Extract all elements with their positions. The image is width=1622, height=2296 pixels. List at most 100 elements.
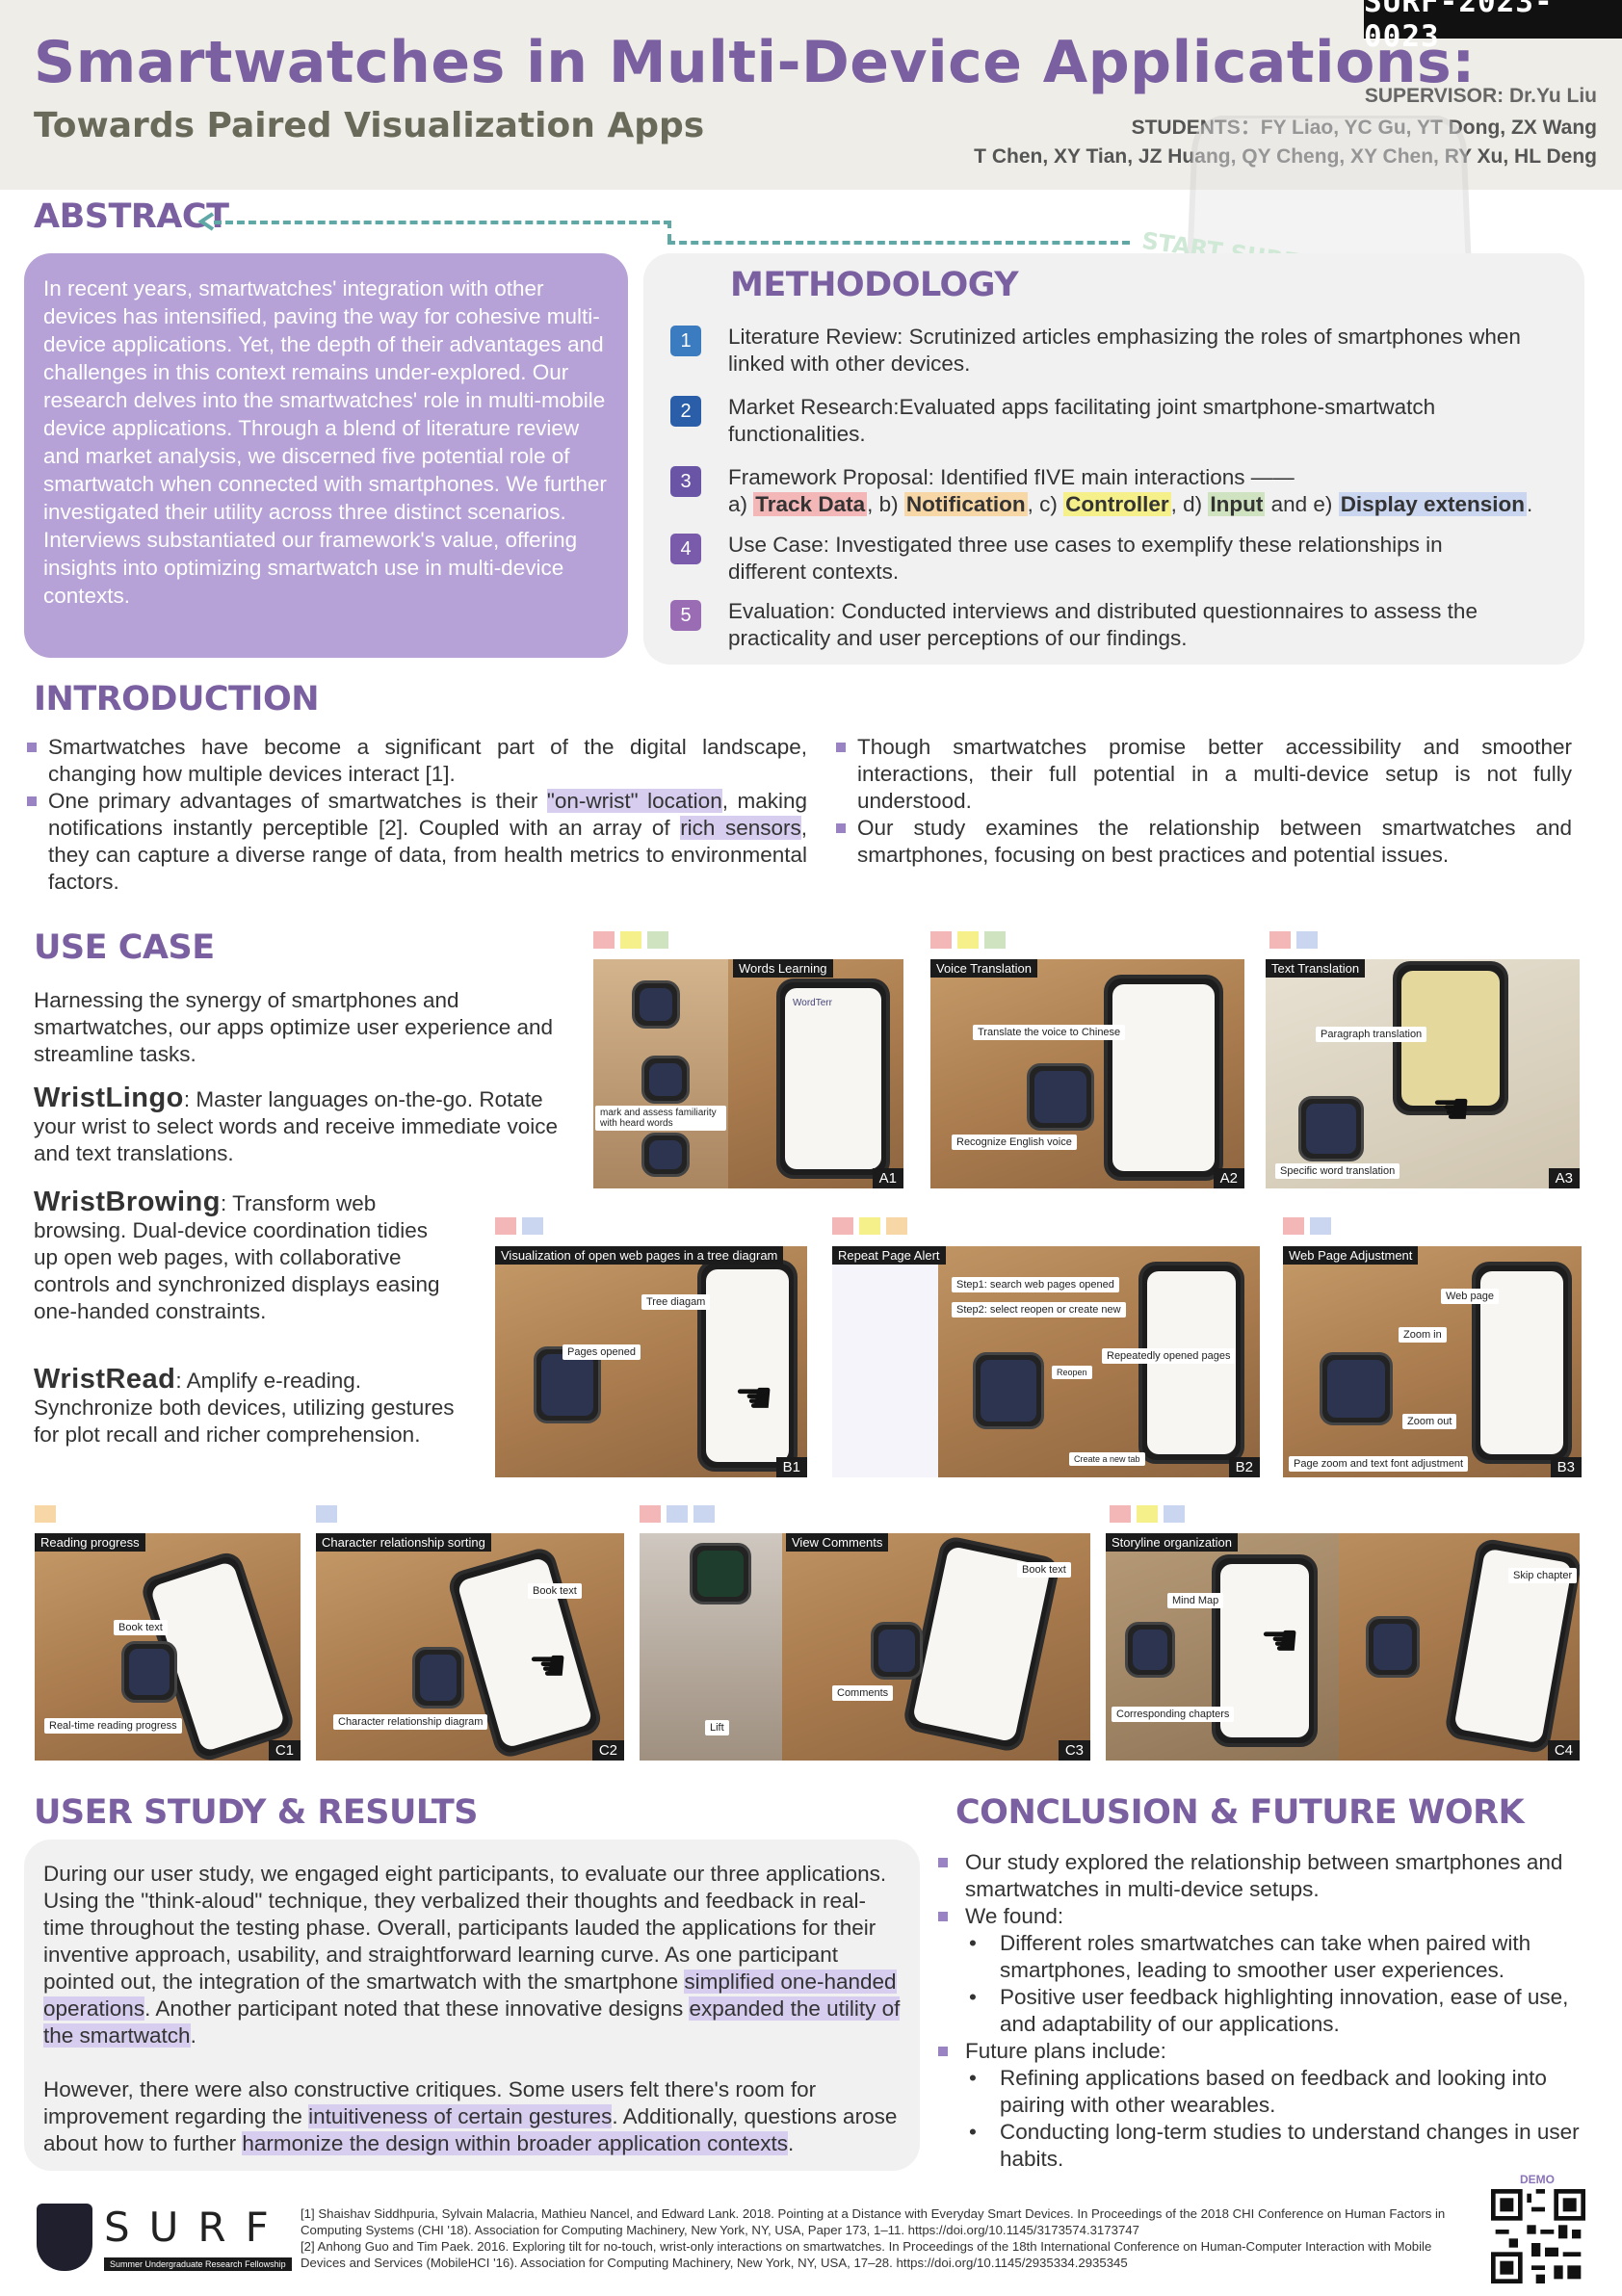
photo-b3-web-page-adjustment: Web Page Adjustment Web page Zoom in Zoo… xyxy=(1283,1246,1582,1477)
photo-tag: A2 xyxy=(1213,1168,1244,1188)
smartwatch xyxy=(1298,1096,1364,1161)
smartwatch xyxy=(973,1352,1044,1429)
methodology-heading: METHODOLOGY xyxy=(730,266,1019,304)
photo-annotation: mark and assess familiarity with heard w… xyxy=(595,1106,726,1131)
photo-annotation: Page zoom and text font adjustment xyxy=(1289,1456,1469,1472)
surf-logo-subtitle: Summer Undergraduate Research Fellowship xyxy=(104,2257,292,2271)
photo-a2-voice-translation: Voice Translation Translate the voice to… xyxy=(930,959,1244,1188)
harmonize-highlight: harmonize the design within broader appl… xyxy=(242,2131,788,2155)
role-swatches-c1 xyxy=(35,1505,56,1523)
smartwatch xyxy=(1366,1616,1420,1678)
intro-left-list: Smartwatches have become a significant p… xyxy=(25,734,807,896)
smartphone: WordTerr xyxy=(776,978,890,1179)
photo-annotation: Translate the voice to Chinese xyxy=(973,1025,1126,1040)
role-swatches-c3 xyxy=(640,1505,715,1523)
smartphone xyxy=(697,1260,798,1472)
method-text: Literature Review: Scrutinized articles … xyxy=(728,325,1521,376)
role-swatches-c4 xyxy=(1110,1505,1185,1523)
wristlingo-title: WristLingo xyxy=(34,1083,184,1113)
photo-c3-view-comments: View Comments Book text Comments Lift C3 xyxy=(640,1533,1090,1761)
photo-annotation: Step2: select reopen or create new xyxy=(952,1302,1126,1318)
step-number: 4 xyxy=(670,534,701,564)
introduction-heading: INTRODUCTION xyxy=(34,680,320,718)
display-extension-highlight: Display extension xyxy=(1338,492,1528,516)
list-item: Though smartwatches promise better acces… xyxy=(834,734,1572,815)
list-item: Positive user feedback highlighting inno… xyxy=(934,1984,1599,2038)
smartwatch xyxy=(1027,1063,1094,1131)
photo-tag: B3 xyxy=(1550,1457,1582,1477)
abstract-panel: In recent years, smartwatches' integrati… xyxy=(24,253,628,658)
photo-tag: C1 xyxy=(268,1740,301,1761)
photo-tag: B2 xyxy=(1228,1457,1260,1477)
photo-annotation: Zoom out xyxy=(1402,1414,1457,1429)
step-number: 5 xyxy=(670,600,701,631)
wristbrowing-description: WristBrowing: Transform web browsing. Du… xyxy=(34,1187,440,1324)
method-text-line: a) Track Data, b) Notification, c) Contr… xyxy=(728,492,1533,516)
list-item: Future plans include: xyxy=(934,2038,1599,2065)
controller-highlight: Controller xyxy=(1063,492,1171,516)
photo-tag: C4 xyxy=(1547,1740,1580,1761)
user-study-heading: USER STUDY & RESULTS xyxy=(34,1793,479,1832)
photo-a3-text-translation: ☚ Text Translation Paragraph translation… xyxy=(1266,959,1580,1188)
list-item: One primary advantages of smartwatches i… xyxy=(25,788,807,896)
role-swatches-b3 xyxy=(1283,1217,1331,1235)
abstract-text: In recent years, smartwatches' integrati… xyxy=(43,276,607,608)
surf-logo-word: SURF xyxy=(104,2204,288,2251)
wristread-title: WristRead xyxy=(34,1364,176,1395)
photo-annotation: Step1: search web pages opened xyxy=(952,1277,1119,1292)
connector-dotted-line xyxy=(667,241,1130,245)
role-swatches-c2 xyxy=(316,1505,337,1523)
user-study-panel: During our user study, we engaged eight … xyxy=(24,1839,920,2171)
use-case-heading: USE CASE xyxy=(34,928,215,967)
method-item-3: 3 Framework Proposal: Identified fIVE ma… xyxy=(670,464,1576,518)
photo-tag: C2 xyxy=(591,1740,624,1761)
photo-annotation: Book text xyxy=(1017,1562,1071,1578)
list-item: Conducting long-term studies to understa… xyxy=(934,2119,1599,2173)
method-item-2: 2 Market Research:Evaluated apps facilit… xyxy=(670,394,1576,448)
role-swatches-b1 xyxy=(495,1217,543,1235)
method-text-line: Framework Proposal: Identified fIVE main… xyxy=(728,465,1295,489)
photo-tag: A1 xyxy=(872,1168,903,1188)
poster-title: Smartwatches in Multi-Device Application… xyxy=(34,29,1476,96)
references: [1] Shaishav Siddhpuria, Sylvain Malacri… xyxy=(301,2205,1479,2271)
photo-annotation: Zoom in xyxy=(1399,1327,1447,1343)
phone-screenshot xyxy=(832,1264,938,1477)
role-swatches-a1 xyxy=(593,931,668,949)
demo-label: DEMO xyxy=(1520,2173,1555,2186)
photo-b2-repeat-page-alert: Repeat Page Alert Step1: search web page… xyxy=(832,1246,1260,1477)
qr-code-icon[interactable] xyxy=(1491,2189,1585,2283)
photo-annotation: Paragraph translation xyxy=(1316,1027,1427,1042)
gestures-highlight: intuitiveness of certain gestures xyxy=(308,2104,613,2128)
photo-annotation: Pages opened xyxy=(562,1344,641,1360)
notification-highlight: Notification xyxy=(903,492,1028,516)
smartwatch xyxy=(121,1641,177,1703)
list-item: We found: xyxy=(934,1903,1599,1930)
photo-annotation: Repeatedly opened pages xyxy=(1102,1348,1236,1364)
photo-annotation: Real-time reading progress xyxy=(44,1718,182,1734)
photo-annotation: Mind Map xyxy=(1167,1593,1224,1608)
photo-tag: C3 xyxy=(1058,1740,1090,1761)
track-data-highlight: Track Data xyxy=(753,492,868,516)
smartwatch xyxy=(690,1543,751,1605)
photo-c4-storyline-organization: ☚ Storyline organization Mind Map Skip c… xyxy=(1106,1533,1580,1761)
photo-annotation: Reopen xyxy=(1052,1366,1092,1379)
method-text: Use Case: Investigated three use cases t… xyxy=(728,533,1443,584)
role-swatches-a3 xyxy=(1269,931,1318,949)
list-item: Our study explored the relationship betw… xyxy=(934,1849,1599,1903)
photo-label: Visualization of open web pages in a tre… xyxy=(495,1246,784,1265)
photo-label: Web Page Adjustment xyxy=(1283,1246,1419,1265)
role-swatches-b2 xyxy=(832,1217,907,1235)
smartphone xyxy=(1104,975,1223,1181)
photo-tag: B1 xyxy=(775,1457,807,1477)
smartwatch xyxy=(632,980,680,1029)
supervisor: SUPERVISOR: Dr.Yu Liu xyxy=(1364,85,1597,107)
method-text: Framework Proposal: Identified fIVE main… xyxy=(728,464,1532,518)
reference-2: [2] Anhong Guo and Tim Paek. 2016. Explo… xyxy=(301,2239,1432,2270)
university-shield-icon xyxy=(37,2204,92,2271)
conclusion-list: Our study explored the relationship betw… xyxy=(934,1849,1599,2173)
intro-right-list: Though smartwatches promise better acces… xyxy=(834,734,1572,869)
photo-annotation: Create a new tab xyxy=(1069,1452,1145,1466)
list-item: Refining applications based on feedback … xyxy=(934,2065,1599,2119)
method-item-4: 4 Use Case: Investigated three use cases… xyxy=(670,532,1576,586)
smartwatch xyxy=(1125,1622,1175,1678)
